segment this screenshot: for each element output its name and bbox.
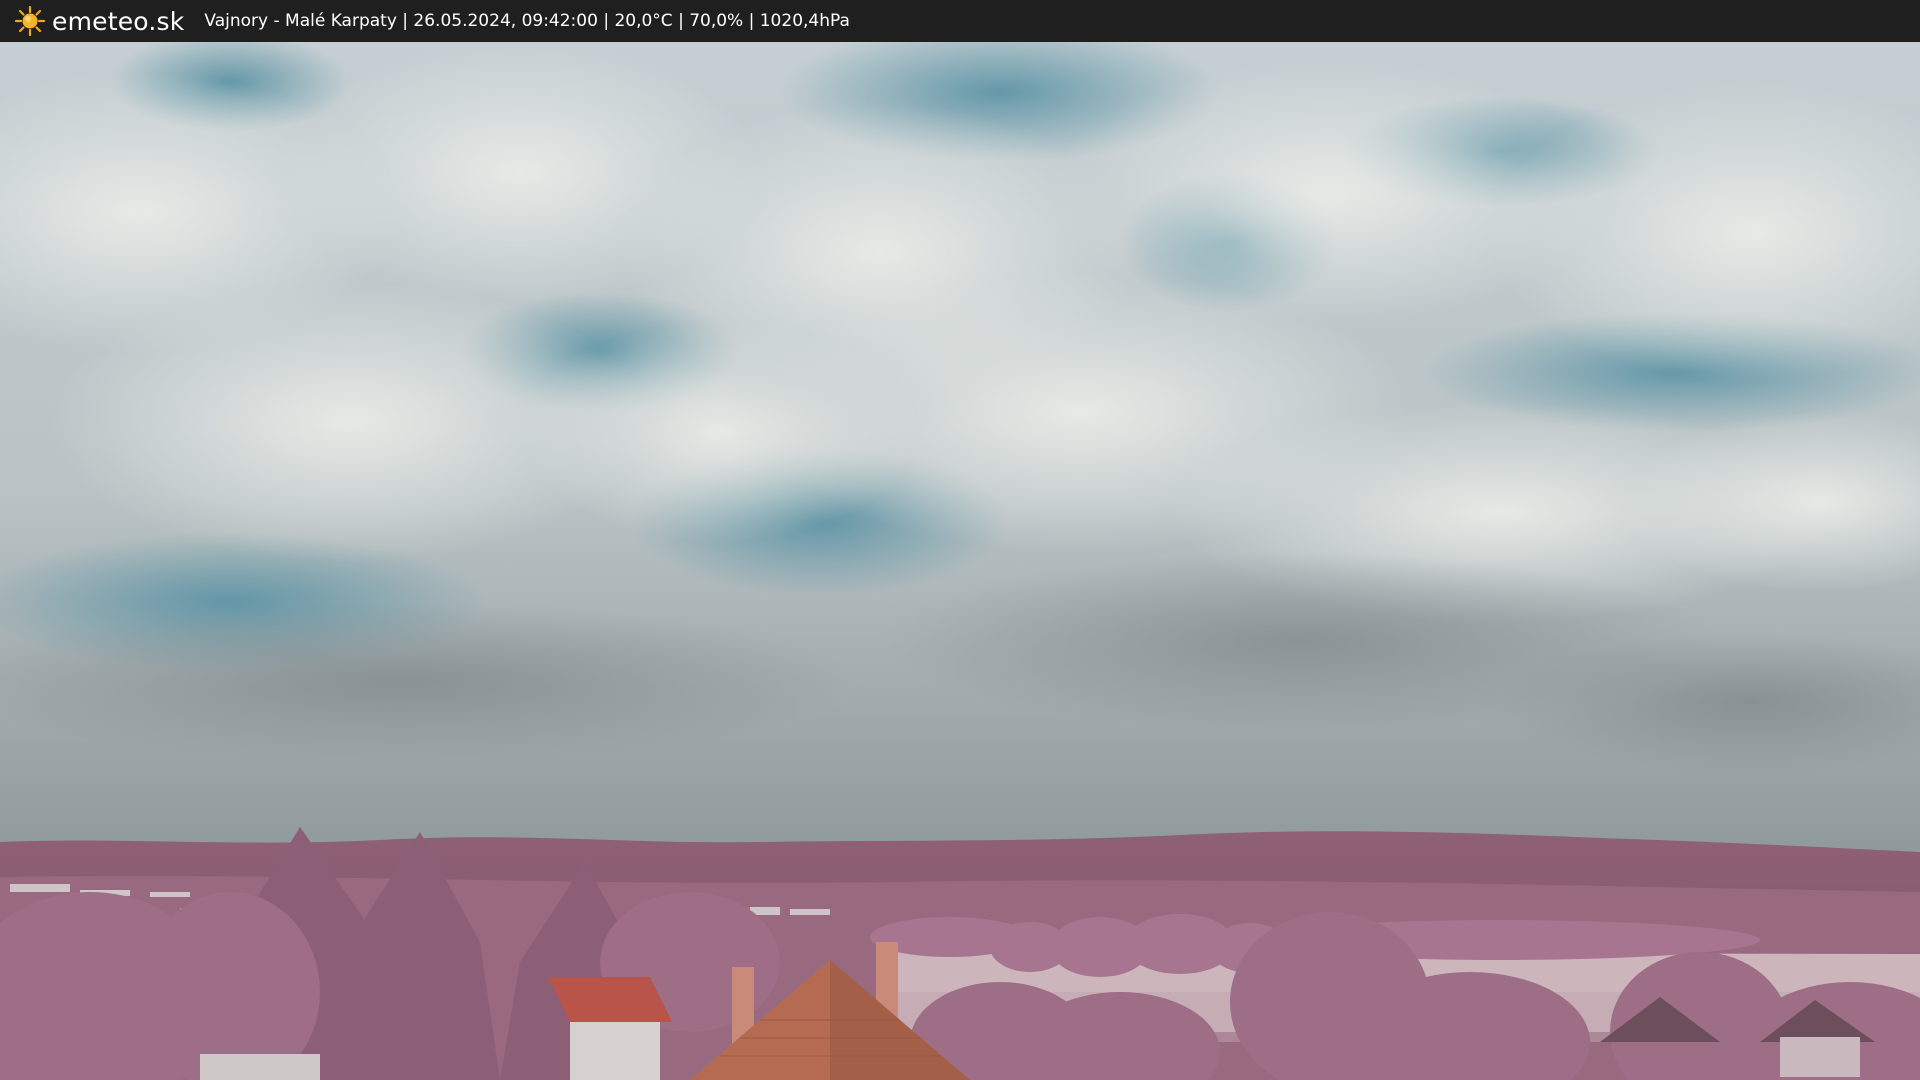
- top-bar: emeteo.sk Vajnory - Malé Karpaty | 26.05…: [0, 0, 1920, 42]
- station-status-text: Vajnory - Malé Karpaty | 26.05.2024, 09:…: [204, 11, 850, 31]
- sun-icon: [14, 5, 46, 37]
- brand-name: emeteo.sk: [52, 6, 185, 36]
- webcam-image: [0, 42, 1920, 1080]
- brand-logo[interactable]: emeteo.sk: [14, 5, 184, 37]
- clouds: [0, 42, 1920, 622]
